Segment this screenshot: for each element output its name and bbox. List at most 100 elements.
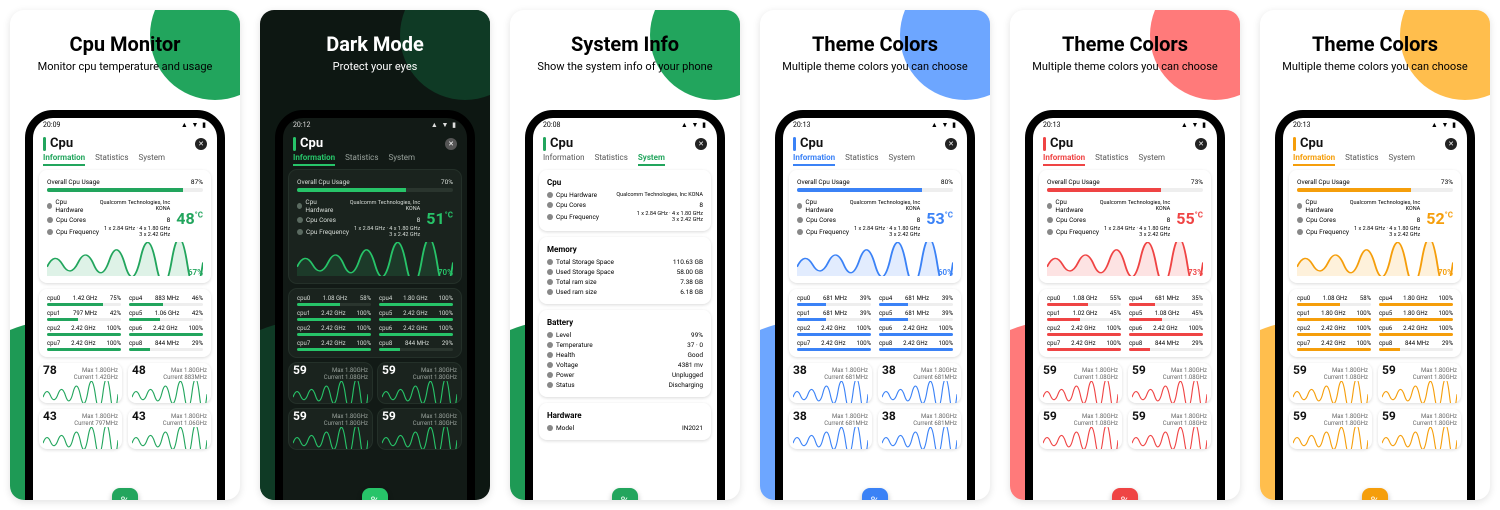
core-freq: 844 MHz: [1155, 340, 1179, 347]
statusbar: 20:08 ▲ ▼ ▮: [533, 118, 717, 132]
cpu-temp: 53°C: [926, 209, 953, 228]
core-cell: cpu6 2.42 GHz 100%: [879, 325, 953, 336]
tab-statistics[interactable]: Statistics: [1345, 153, 1378, 166]
battery-section-card: Battery Level 99% Temperature 37 · 0 Hea…: [539, 310, 711, 397]
row-value: 6.18 GB: [680, 288, 703, 296]
core-temp: 48: [132, 367, 146, 381]
mini-cur-label: Current: [163, 420, 183, 427]
app-title: Cpu: [800, 136, 823, 151]
tab-information[interactable]: Information: [293, 153, 335, 166]
core-mini-card: 38 Max 1.80GHz Current 681MHz: [789, 409, 872, 449]
fab-button[interactable]: %: [1112, 488, 1138, 500]
row-label: Used ram size: [556, 288, 597, 296]
core-mini-card: 38 Max 1.80GHz Current 681MHz: [878, 363, 961, 403]
mini-wave-icon: [1132, 427, 1207, 449]
core-pct: 100%: [1438, 325, 1453, 332]
core-name: cpu4: [129, 295, 142, 302]
fab-button[interactable]: %: [362, 488, 388, 500]
close-button[interactable]: ✕: [945, 138, 957, 150]
close-button[interactable]: ✕: [695, 138, 707, 150]
overall-usage-pct: 80%: [941, 178, 953, 186]
info-row: Total ram size 7.38 GB: [547, 278, 703, 286]
status-time: 20:12: [293, 121, 310, 129]
core-temp: 59: [382, 367, 396, 381]
close-button[interactable]: ✕: [195, 138, 207, 150]
mini-max: 1.80GHz: [845, 367, 868, 374]
app-title: Cpu: [50, 136, 73, 151]
core-pct: 100%: [938, 325, 953, 332]
tab-system[interactable]: System: [388, 153, 415, 166]
mini-max: 1.80GHz: [1434, 413, 1457, 420]
core-cell: cpu8 844 MHz 29%: [129, 340, 203, 351]
screen-content: Overall Cpu Usage 87% Cpu HardwareQualco…: [33, 170, 217, 449]
tab-information[interactable]: Information: [1043, 153, 1085, 166]
fab-button[interactable]: %: [1362, 488, 1388, 500]
info-row: Temperature 37 · 0: [547, 341, 703, 349]
tab-statistics[interactable]: Statistics: [1095, 153, 1128, 166]
tab-system[interactable]: System: [888, 153, 915, 166]
core-cell: cpu8 844 MHz 29%: [1129, 340, 1203, 351]
tab-information[interactable]: Information: [43, 153, 85, 166]
row-value: Good: [687, 351, 703, 359]
fab-button[interactable]: %: [612, 488, 638, 500]
core-freq: 2.42 GHz: [71, 325, 96, 332]
core-mini-card: 59 Max 1.80GHz Current 1.80GHz: [1378, 363, 1461, 403]
overall-usage-pct: 73%: [1441, 178, 1453, 186]
usage-wave-icon: [797, 242, 953, 276]
core-cell: cpu0 1.08 GHz 55%: [1047, 295, 1121, 306]
tab-information[interactable]: Information: [793, 153, 835, 166]
core-cell: cpu7 2.42 GHz 100%: [47, 340, 121, 351]
info-row: Used ram size 6.18 GB: [547, 288, 703, 296]
cpu-temp: 51°C: [426, 209, 453, 228]
status-icons: ▲ ▼ ▮: [1181, 121, 1207, 129]
hw-label: Cpu Hardware: [556, 191, 597, 199]
tab-statistics[interactable]: Statistics: [595, 153, 628, 166]
tab-information[interactable]: Information: [543, 153, 585, 166]
fab-button[interactable]: %: [862, 488, 888, 500]
phone-mockup: 20:13 ▲ ▼ ▮ Cpu ✕ Information Statistics…: [775, 110, 975, 500]
core-pct: 100%: [356, 325, 371, 332]
slide-subtitle: Multiple theme colors you can choose: [1260, 60, 1490, 73]
overall-usage-card: Overall Cpu Usage 73% Cpu HardwareQualco…: [1039, 170, 1211, 283]
mini-max: 1.80GHz: [845, 413, 868, 420]
cores-value: 8: [417, 216, 421, 224]
core-pct: 100%: [1356, 325, 1371, 332]
core-freq: 2.42 GHz: [403, 310, 428, 317]
close-button[interactable]: ✕: [1445, 138, 1457, 150]
tab-statistics[interactable]: Statistics: [345, 153, 378, 166]
core-mini-card: 59 Max 1.80GHz Current 1.08GHz: [1128, 409, 1211, 449]
mini-max: 1.80GHz: [184, 413, 207, 420]
tab-information[interactable]: Information: [1293, 153, 1335, 166]
close-button[interactable]: ✕: [1195, 138, 1207, 150]
core-mini-card: 59 Max 1.80GHz Current 1.80GHz: [1289, 409, 1372, 449]
core-temp: 59: [293, 367, 307, 381]
mini-cur-label: Current: [913, 374, 933, 381]
core-mini-card: 59 Max 1.80GHz Current 1.08GHz: [1289, 363, 1372, 403]
mini-max-label: Max: [332, 413, 343, 420]
tab-statistics[interactable]: Statistics: [845, 153, 878, 166]
fab-button[interactable]: %: [112, 488, 138, 500]
hw-value: Qualcomm Technologies, Inc KONA: [1342, 200, 1420, 212]
core-mini-card: 59 Max 1.80GHz Current 1.80GHz: [289, 409, 372, 449]
tab-system[interactable]: System: [138, 153, 165, 166]
core-freq: 1.80 GHz: [1403, 310, 1428, 317]
statusbar: 20:12 ▲ ▼ ▮: [283, 118, 467, 132]
core-temp: 59: [293, 413, 307, 427]
close-button[interactable]: ✕: [445, 138, 457, 150]
tab-system[interactable]: System: [1388, 153, 1415, 166]
mini-cur: 1.80GHz: [1434, 374, 1457, 381]
core-temp: 59: [1132, 367, 1146, 381]
screenshot-slide: Theme Colors Multiple theme colors you c…: [1260, 10, 1490, 500]
mini-cur: 883MHz: [184, 374, 207, 381]
slide-subtitle: Protect your eyes: [260, 60, 490, 73]
mini-max-label: Max: [921, 413, 932, 420]
status-time: 20:13: [1043, 121, 1060, 129]
core-name: cpu7: [1047, 340, 1060, 347]
core-cell: cpu0 681 MHz 39%: [797, 295, 871, 306]
hw-value: Qualcomm Technologies, Inc KONA: [842, 200, 920, 212]
core-pct: 35%: [1192, 295, 1203, 302]
tab-system[interactable]: System: [638, 153, 665, 166]
tab-statistics[interactable]: Statistics: [95, 153, 128, 166]
tab-system[interactable]: System: [1138, 153, 1165, 166]
core-cell: cpu2 2.42 GHz 100%: [797, 325, 871, 336]
